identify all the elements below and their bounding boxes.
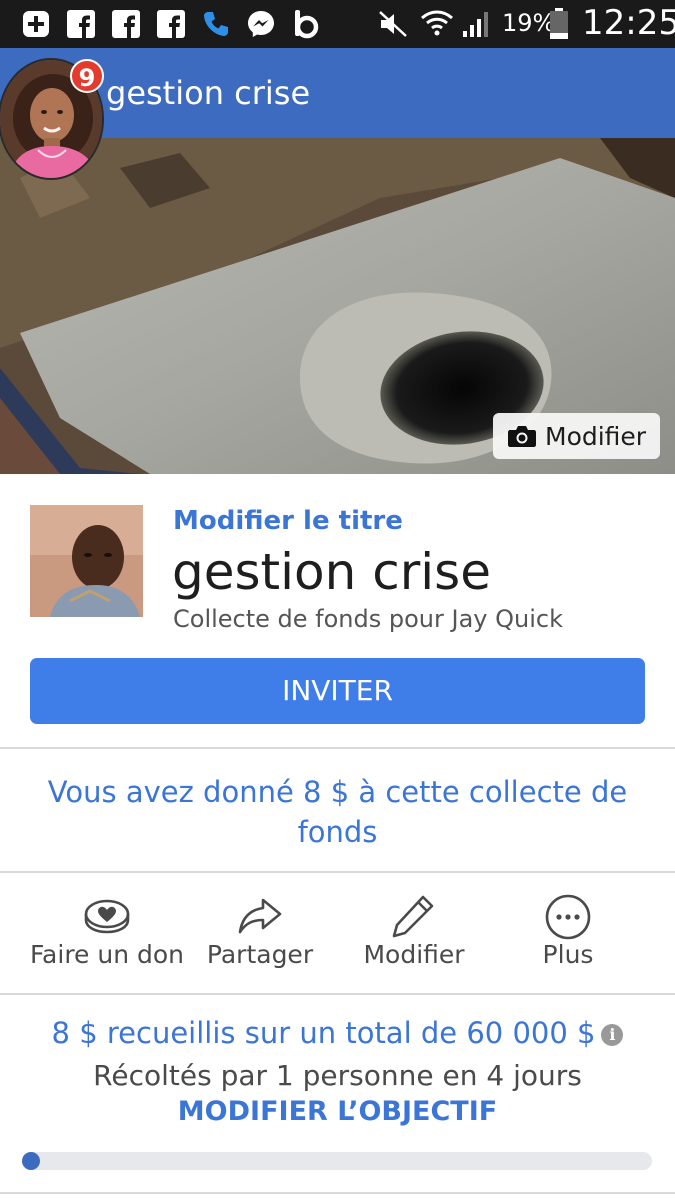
facebook-icon xyxy=(111,8,141,40)
donate-label: Faire un don xyxy=(29,940,185,969)
notification-badge: 9 xyxy=(70,59,104,93)
donate-icon xyxy=(84,899,130,934)
edit-goal-link[interactable]: MODIFIER L’OBJECTIF xyxy=(0,1096,675,1127)
more-button[interactable]: Plus xyxy=(488,892,648,982)
more-icon xyxy=(545,894,591,940)
more-label: Plus xyxy=(542,940,594,969)
edit-label: Modifier xyxy=(363,940,465,969)
signal-icon xyxy=(460,8,494,40)
header-title: gestion crise xyxy=(106,74,311,112)
fundraiser-subtitle: Collecte de fonds pour Jay Quick xyxy=(173,605,563,633)
share-icon xyxy=(238,898,282,934)
clock: 12:25 xyxy=(582,3,675,43)
goal-summary: 8 $ recueillis sur un total de 60 000 $ i xyxy=(0,1016,675,1050)
mute-icon xyxy=(376,8,410,40)
edit-button[interactable]: Modifier xyxy=(334,892,494,982)
info-icon[interactable]: i xyxy=(601,1024,624,1046)
wifi-icon xyxy=(420,8,454,40)
invite-button[interactable]: INVITER xyxy=(30,658,645,724)
fundraiser-title: gestion crise xyxy=(172,543,491,601)
fundraiser-owner-photo xyxy=(30,505,143,617)
goal-progress-fill xyxy=(22,1152,40,1170)
status-bar: 19% 12:25 xyxy=(0,0,675,48)
divider xyxy=(0,993,675,995)
share-label: Partager xyxy=(206,940,314,969)
goal-progress-bar xyxy=(22,1152,652,1170)
donate-button[interactable]: Faire un don xyxy=(27,892,187,982)
share-button[interactable]: Partager xyxy=(180,892,340,982)
divider xyxy=(0,871,675,873)
divider xyxy=(0,1192,675,1194)
battery-icon xyxy=(548,8,570,40)
add-icon xyxy=(20,8,52,40)
edit-title-link[interactable]: Modifier le titre xyxy=(173,506,403,536)
facebook-icon xyxy=(156,8,186,40)
phone-icon xyxy=(200,8,232,40)
collected-by: Récoltés par 1 personne en 4 jours xyxy=(93,1059,582,1092)
divider xyxy=(0,747,675,749)
cover-edit-button[interactable]: Modifier xyxy=(493,413,660,459)
b-app-icon xyxy=(290,8,322,40)
camera-icon xyxy=(508,426,536,447)
donation-note: Vous avez donné 8 $ à cette collecte de … xyxy=(47,775,628,849)
pencil-icon xyxy=(392,895,434,938)
cover-edit-label: Modifier xyxy=(545,421,647,451)
messenger-icon xyxy=(244,8,278,40)
goal-summary-text: 8 $ recueillis sur un total de 60 000 $ xyxy=(51,1016,596,1050)
facebook-icon xyxy=(66,8,96,40)
